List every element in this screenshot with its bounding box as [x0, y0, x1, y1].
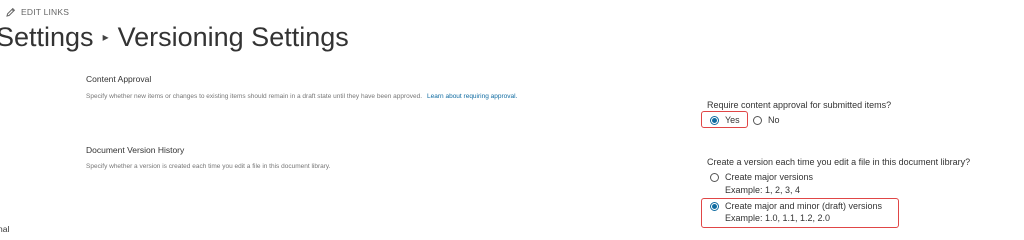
edit-links-label: EDIT LINKS [21, 7, 70, 17]
major-versions-radio[interactable] [710, 172, 719, 182]
page-title: Settings ▸ Versioning Settings [0, 22, 349, 53]
major-minor-versions-label: Create major and minor (draft) versions [725, 201, 883, 211]
version-history-title: Document Version History [86, 145, 185, 155]
partial-left-text: nal [0, 224, 10, 234]
major-minor-versions-example: Example: 1.0, 1.1, 1.2, 2.0 [725, 213, 831, 223]
no-label: No [768, 115, 780, 125]
yes-radio[interactable] [710, 115, 719, 125]
approval-no-option[interactable]: No [753, 115, 780, 125]
content-approval-description: Specify whether new items or changes to … [86, 93, 518, 100]
major-versions-option[interactable]: Create major versions [710, 172, 813, 182]
no-radio[interactable] [753, 115, 762, 125]
learn-approval-link[interactable]: Learn about requiring approval. [427, 93, 517, 100]
breadcrumb-separator-icon: ▸ [102, 29, 109, 44]
major-minor-versions-radio[interactable] [710, 201, 719, 211]
content-approval-title: Content Approval [86, 74, 152, 84]
major-versions-label: Create major versions [725, 172, 814, 182]
major-minor-versions-option[interactable]: Create major and minor (draft) versions [710, 201, 882, 211]
major-versions-example: Example: 1, 2, 3, 4 [725, 185, 801, 195]
edit-links-button[interactable]: EDIT LINKS [6, 7, 69, 17]
page-title-text: Versioning Settings [117, 22, 349, 52]
yes-label: Yes [725, 115, 740, 125]
version-history-question: Create a version each time you edit a fi… [707, 157, 971, 167]
pencil-icon [6, 7, 16, 17]
approval-yes-option[interactable]: Yes [710, 115, 740, 125]
content-approval-question: Require content approval for submitted i… [707, 100, 892, 110]
version-history-description: Specify whether a version is created eac… [86, 163, 331, 170]
breadcrumb-settings-link[interactable]: Settings [0, 22, 94, 53]
